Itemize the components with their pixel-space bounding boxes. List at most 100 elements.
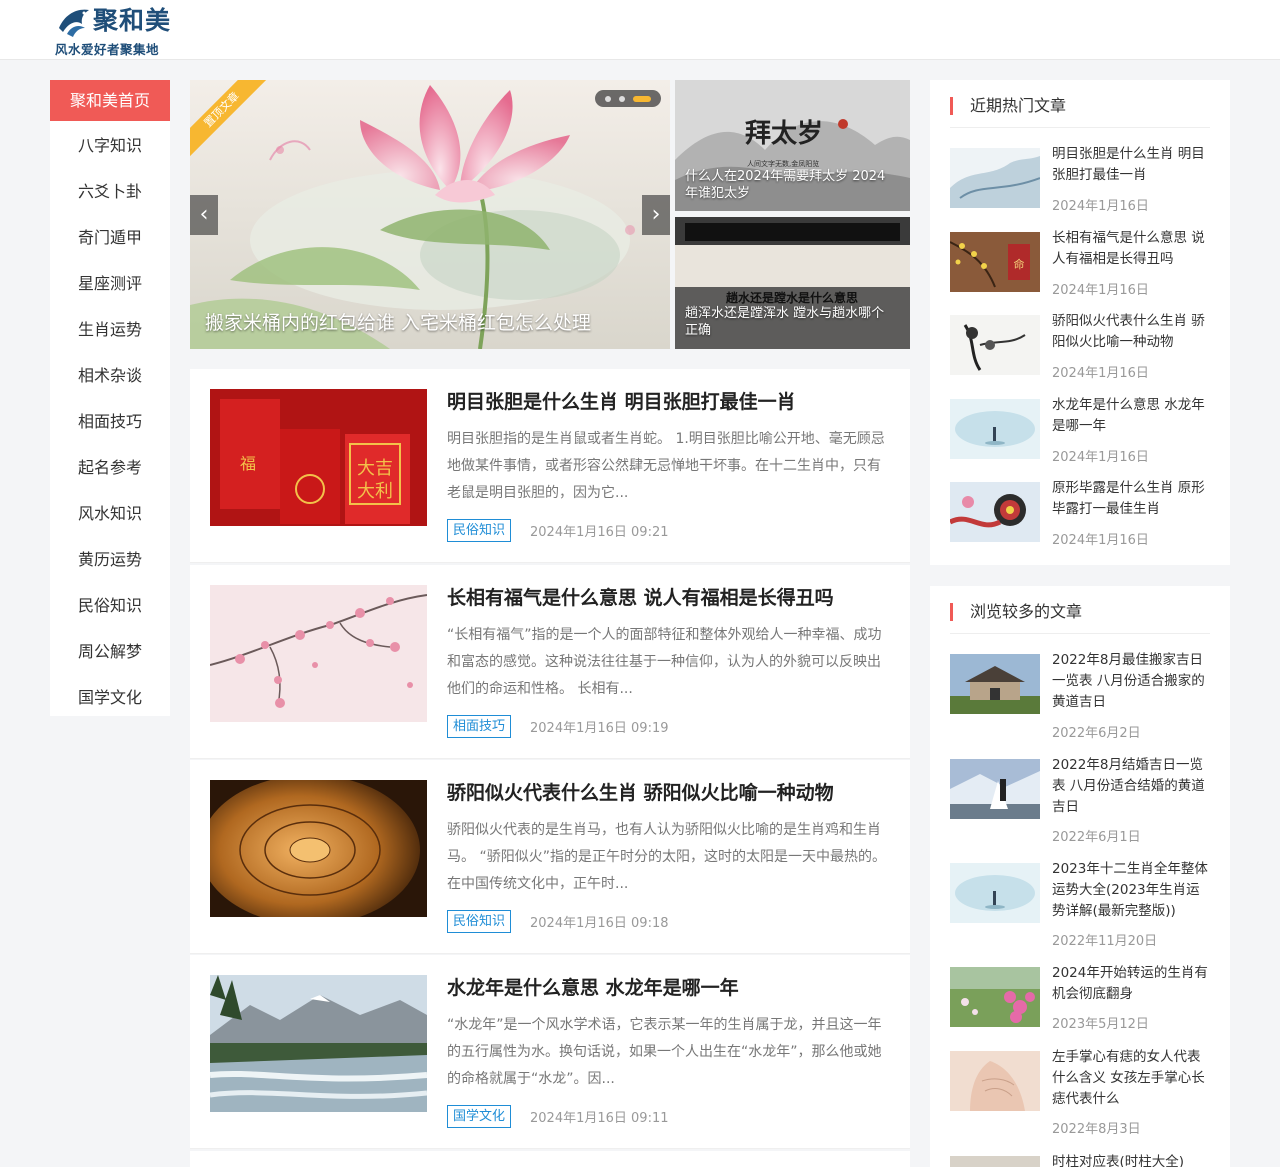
article-time: 2024年1月16日 09:18 <box>530 916 669 931</box>
article-title[interactable]: 骄阳似火代表什么生肖 骄阳似火比喻一种动物 <box>447 778 834 805</box>
logo-slogan: 风水爱好者聚集地 <box>55 42 160 57</box>
site-logo[interactable]: 聚和美 风水爱好者聚集地 <box>55 2 175 58</box>
article-item: 骄阳似火代表什么生肖 骄阳似火比喻一种动物 骄阳似火代表的是生肖马，也有人认为骄… <box>190 760 910 954</box>
art-subtitle: 人间文字无数,金凤阳览 <box>747 159 819 168</box>
popular-article-date: 2022年6月2日 <box>1052 726 1141 741</box>
nav-item-xiangmian[interactable]: 相面技巧 <box>50 399 170 445</box>
logo-title: 聚和美 <box>93 6 172 35</box>
article-category-tag[interactable]: 民俗知识 <box>447 910 512 933</box>
palm-thumbnail <box>950 1051 1040 1111</box>
compass-thumbnail[interactable] <box>210 780 427 917</box>
category-nav: 聚和美首页 八字知识 六爻卜卦 奇门遁甲 星座测评 生肖运势 相术杂谈 相面技巧… <box>50 80 170 716</box>
side-card-caption-1: 什么人在2024年需要拜太岁 2024 <box>685 169 886 184</box>
chart-thumbnail <box>950 1156 1040 1167</box>
article-item <box>190 1151 910 1167</box>
river-landscape-thumbnail[interactable] <box>210 975 427 1112</box>
article-category-tag[interactable]: 国学文化 <box>447 1105 512 1128</box>
slider-indicator <box>595 90 661 107</box>
side-card-caption-1b: 年谁犯太岁 <box>685 186 751 201</box>
article-category-tag[interactable]: 相面技巧 <box>447 715 512 738</box>
plum-blossom-thumbnail[interactable] <box>210 585 427 722</box>
popular-article-title[interactable]: 2024年开始转运的生肖有机会彻底翻身 <box>1052 963 1212 1005</box>
slider-prev-arrow-icon[interactable]: ‹ <box>190 195 218 235</box>
featured-slider[interactable]: 置顶文章 ‹ › 搬家米桶内的红包给谁 入宅米桶红包怎么处理 <box>190 80 670 349</box>
slide-title[interactable]: 搬家米桶内的红包给谁 入宅米桶红包怎么处理 <box>205 308 591 335</box>
article-title[interactable]: 水龙年是什么意思 水龙年是哪一年 <box>447 973 739 1000</box>
panel-header: 近期热门文章 <box>950 95 1210 128</box>
popular-articles-panel: 浏览较多的文章 2022年8月最佳搬家吉日一览表 八月份适合搬家的黄道吉日 20… <box>930 586 1230 1167</box>
fish-logo-icon <box>59 9 89 37</box>
garden-flowers-thumbnail <box>950 967 1040 1027</box>
hot-articles-panel: 近期热门文章 明目张胆是什么生肖 明目张胆打最佳一肖 2024年1月16日 命 … <box>930 80 1230 565</box>
nav-item-guoxue[interactable]: 国学文化 <box>50 675 170 721</box>
hot-article-date: 2024年1月16日 <box>1052 533 1149 548</box>
nav-item-liuyao[interactable]: 六爻卜卦 <box>50 169 170 215</box>
article-item: 大吉 大利 福 明目张胆是什么生肖 明目张胆打最佳一肖 明目张胆指的是生肖鼠或者… <box>190 369 910 563</box>
article-title[interactable]: 长相有福气是什么意思 说人有福相是长得丑吗 <box>447 583 834 610</box>
nav-item-qimen[interactable]: 奇门遁甲 <box>50 215 170 261</box>
nav-item-qiming[interactable]: 起名参考 <box>50 445 170 491</box>
hot-article-date: 2024年1月16日 <box>1052 199 1149 214</box>
popular-article-title[interactable]: 左手掌心有痣的女人代表什么含义 女孩左手掌心长痣代表什么 <box>1052 1047 1212 1110</box>
slide-dot-2[interactable] <box>619 96 625 102</box>
nav-item-shengxiao[interactable]: 生肖运势 <box>50 307 170 353</box>
svg-text:命: 命 <box>1014 257 1025 271</box>
accent-bar <box>950 603 953 621</box>
popular-article-title[interactable]: 2023年十二生肖全年整体运势大全(2023年生肖运势详解(最新完整版)) <box>1052 859 1212 922</box>
popular-article-date: 2022年11月20日 <box>1052 934 1158 949</box>
art-title: 拜太岁 <box>745 118 823 149</box>
pinned-ribbon: 置顶文章 <box>190 80 270 160</box>
hot-article-title[interactable]: 骄阳似火代表什么生肖 骄阳似火比喻一种动物 <box>1052 311 1212 353</box>
article-item: 水龙年是什么意思 水龙年是哪一年 “水龙年”是一个风水学术语，它表示某一年的生肖… <box>190 955 910 1149</box>
popular-article-title[interactable]: 2022年8月结婚吉日一览表 八月份适合结婚的黄道吉日 <box>1052 755 1212 818</box>
red-envelopes-thumbnail[interactable]: 大吉 大利 福 <box>210 389 427 526</box>
popular-article-title[interactable]: 时柱对应表(时柱大全) <box>1052 1152 1212 1167</box>
blossom-card-thumbnail: 命 <box>950 232 1040 292</box>
article-category-tag[interactable]: 民俗知识 <box>447 519 512 542</box>
nav-item-bazi[interactable]: 八字知识 <box>50 123 170 169</box>
wedding-thumbnail <box>950 759 1040 819</box>
nav-item-home[interactable]: 聚和美首页 <box>50 80 170 121</box>
svg-text:大吉: 大吉 <box>357 458 393 479</box>
popular-article-title[interactable]: 2022年8月最佳搬家吉日一览表 八月份适合搬家的黄道吉日 <box>1052 650 1212 713</box>
hot-article-date: 2024年1月16日 <box>1052 366 1149 381</box>
article-summary: 明目张胆指的是生肖鼠或者生肖蛇。 1.明目张胆比喻公开地、毫无顾忌地做某件事情，… <box>447 431 885 501</box>
hot-article-title[interactable]: 原形毕露是什么生肖 原形毕露打一最佳生肖 <box>1052 478 1212 520</box>
nav-item-zhougong[interactable]: 周公解梦 <box>50 629 170 675</box>
nav-item-minsu[interactable]: 民俗知识 <box>50 583 170 629</box>
dragon-dance-thumbnail <box>950 482 1040 542</box>
hot-article-title[interactable]: 水龙年是什么意思 水龙年是哪一年 <box>1052 395 1212 437</box>
nav-item-xiangshu[interactable]: 相术杂谈 <box>50 353 170 399</box>
popular-article-date: 2022年6月1日 <box>1052 830 1141 845</box>
panel-title: 浏览较多的文章 <box>970 602 1083 621</box>
site-header: 聚和美 风水爱好者聚集地 <box>0 0 1280 60</box>
article-summary: “水龙年”是一个风水学术语，它表示某一年的生肖属于龙，并且这一年的五行属性为水。… <box>447 1017 882 1087</box>
article-list: 大吉 大利 福 明目张胆是什么生肖 明目张胆打最佳一肖 明目张胆指的是生肖鼠或者… <box>190 369 910 1167</box>
slide-dot-1[interactable] <box>605 96 611 102</box>
slide-dot-3-active[interactable] <box>633 96 651 102</box>
misty-lake-thumbnail <box>950 863 1040 923</box>
article-title[interactable]: 明目张胆是什么生肖 明目张胆打最佳一肖 <box>447 387 796 414</box>
nav-item-xingzuo[interactable]: 星座测评 <box>50 261 170 307</box>
article-time: 2024年1月16日 09:11 <box>530 1111 669 1126</box>
ink-painting-thumbnail <box>950 315 1040 375</box>
featured-side-card-1[interactable]: 拜太岁 人间文字无数,金凤阳览 什么人在2024年需要拜太岁 2024 年谁犯太… <box>675 80 910 211</box>
pinned-label: 置顶文章 <box>190 80 270 160</box>
hot-article-title[interactable]: 长相有福气是什么意思 说人有福相是长得丑吗 <box>1052 228 1212 270</box>
ink-wave-thumbnail <box>950 148 1040 208</box>
panel-header: 浏览较多的文章 <box>950 601 1210 634</box>
article-summary: “长相有福气”指的是一个人的面部特征和整体外观给人一种幸福、成功和富态的感觉。这… <box>447 627 882 697</box>
hot-article-title[interactable]: 明目张胆是什么生肖 明目张胆打最佳一肖 <box>1052 144 1212 186</box>
svg-text:福: 福 <box>240 454 256 473</box>
article-item: 长相有福气是什么意思 说人有福相是长得丑吗 “长相有福气”指的是一个人的面部特征… <box>190 565 910 759</box>
featured-side-card-2[interactable]: 趟水还是蹚水是什么意思 趟浑水还是蹚浑水 蹚水与趟水哪个 正确 <box>675 217 910 349</box>
hot-article-date: 2024年1月16日 <box>1052 450 1149 465</box>
accent-bar <box>950 97 953 115</box>
hot-article-date: 2024年1月16日 <box>1052 283 1149 298</box>
house-thumbnail <box>950 654 1040 714</box>
nav-item-fengshui[interactable]: 风水知识 <box>50 491 170 537</box>
nav-item-huangli[interactable]: 黄历运势 <box>50 537 170 583</box>
slider-next-arrow-icon[interactable]: › <box>642 195 670 235</box>
panel-title: 近期热门文章 <box>970 96 1067 115</box>
side-card-caption-2b: 正确 <box>685 323 712 338</box>
